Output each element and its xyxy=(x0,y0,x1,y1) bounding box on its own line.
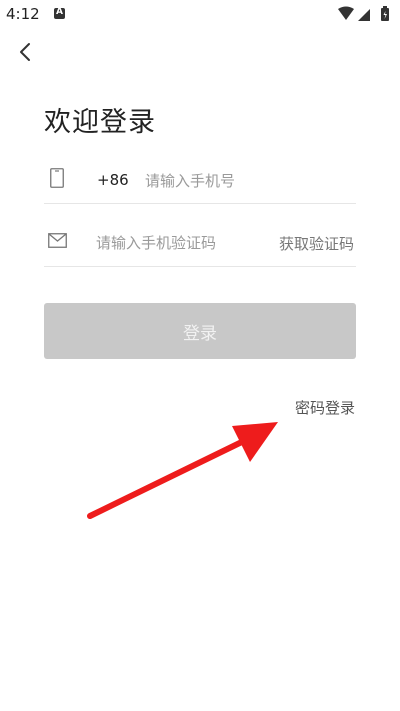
code-row: 获取验证码 xyxy=(44,222,356,267)
get-code-button[interactable]: 获取验证码 xyxy=(279,233,354,254)
wifi-icon xyxy=(338,6,354,20)
country-code[interactable]: +86 xyxy=(97,171,129,189)
signal-icon xyxy=(358,9,370,21)
back-arrow-icon xyxy=(20,43,30,61)
red-arrow-annotation xyxy=(87,422,278,519)
phone-icon xyxy=(50,168,64,188)
mail-icon xyxy=(48,233,67,248)
phone-number-input[interactable] xyxy=(145,170,345,192)
verification-code-input[interactable] xyxy=(96,232,266,254)
status-time: 4:12 xyxy=(6,5,40,23)
battery-icon xyxy=(381,6,389,21)
login-button[interactable]: 登录 xyxy=(44,303,356,359)
password-login-link[interactable]: 密码登录 xyxy=(295,397,355,418)
back-button[interactable] xyxy=(14,40,38,64)
status-icons xyxy=(338,6,389,21)
notification-icon xyxy=(54,7,65,19)
phone-row: +86 xyxy=(44,160,356,204)
status-bar: 4:12 xyxy=(0,0,400,28)
page-title: 欢迎登录 xyxy=(44,107,156,138)
